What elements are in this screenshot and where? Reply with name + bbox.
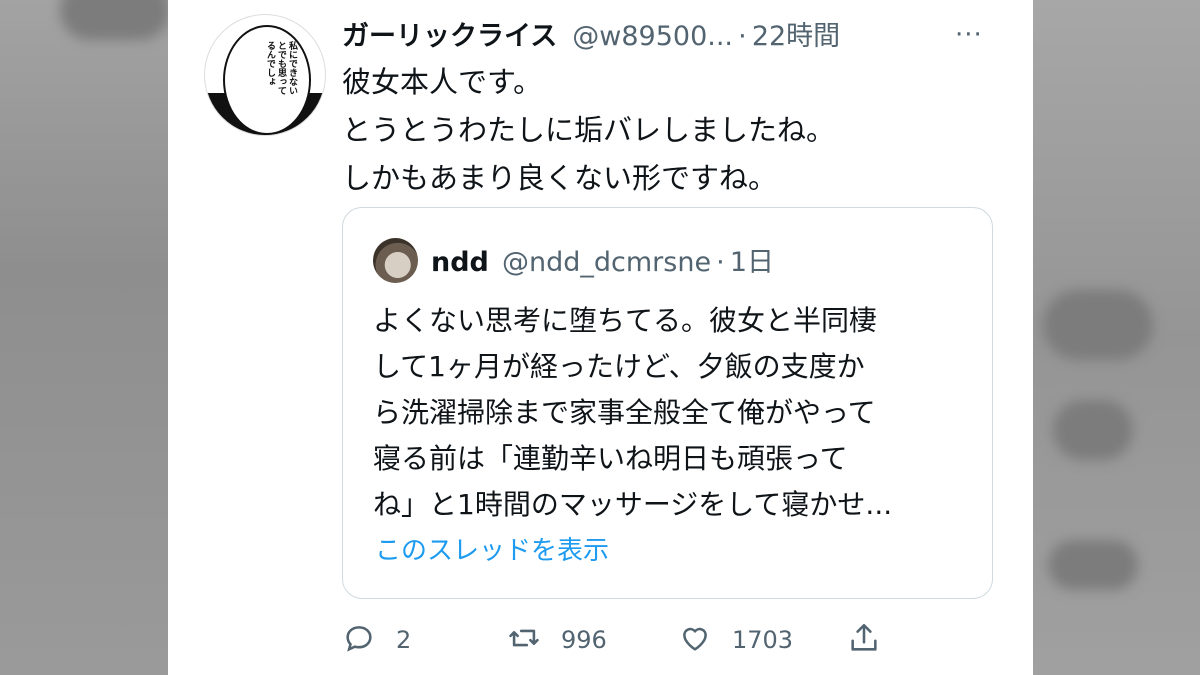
quoted-tweet-line: ら洗濯掃除まで家事全般全て俺がやって — [373, 396, 876, 429]
tweet-body: 彼女本人です。 とうとうわたしに垢バレしましたね。 しかもあまり良くない形ですね… — [342, 58, 992, 202]
tweet-line: とうとうわたしに垢バレしましたね。 — [342, 113, 836, 147]
tweet-line: 彼女本人です。 — [342, 65, 543, 99]
reply-icon — [342, 621, 376, 659]
quoted-author-avatar — [373, 238, 418, 283]
quoted-tweet-body: よくない思考に堕ちてる。彼女と半同棲 して1ヶ月が経ったけど、夕飯の支度か ら洗… — [373, 298, 973, 528]
tweet-header: ガーリックライス @w89500... · 22時間 — [342, 14, 840, 54]
avatar-text: 私にできないとでも思ってるんでしょ — [265, 41, 297, 95]
author-handle[interactable]: @w89500... — [572, 21, 733, 52]
like-count: 1703 — [732, 626, 794, 654]
tweet-timestamp[interactable]: 22時間 — [752, 21, 840, 52]
retweet-button[interactable]: 996 — [507, 620, 607, 660]
author-name[interactable]: ガーリックライス — [342, 21, 557, 52]
quoted-tweet-line: して1ヶ月が経ったけど、夕飯の支度か — [373, 350, 865, 383]
quoted-tweet-timestamp: 1日 — [729, 247, 775, 278]
quoted-tweet-line: よくない思考に堕ちてる。彼女と半同棲 — [373, 304, 878, 337]
reply-count: 2 — [396, 626, 412, 654]
quoted-author-name: ndd — [431, 247, 489, 278]
blurred-background-left — [0, 0, 170, 675]
more-options-button[interactable]: ··· — [955, 20, 983, 50]
quoted-tweet[interactable]: ndd @ndd_dcmrsne · 1日 よくない思考に堕ちてる。彼女と半同棲… — [342, 207, 993, 599]
quoted-tweet-line: ね」と1時間のマッサージをして寝かせ... — [373, 488, 893, 521]
blurred-background-right — [1033, 0, 1200, 675]
share-icon — [847, 621, 881, 659]
quoted-tweet-header: ndd @ndd_dcmrsne · 1日 — [431, 240, 774, 279]
separator-dot: · — [738, 21, 747, 52]
author-avatar[interactable]: 私にできないとでも思ってるんでしょ — [204, 14, 326, 136]
share-button[interactable] — [847, 620, 881, 660]
quoted-tweet-line: 寝る前は「連勤辛いね明日も頑張って — [373, 442, 848, 475]
retweet-icon — [507, 621, 541, 659]
tweet-line: しかもあまり良くない形ですね。 — [342, 161, 778, 195]
heart-icon — [678, 621, 712, 659]
reply-button[interactable]: 2 — [342, 620, 411, 660]
separator-dot: · — [716, 247, 725, 278]
show-thread-link[interactable]: このスレッドを表示 — [375, 530, 609, 567]
retweet-count: 996 — [561, 626, 607, 654]
quoted-author-handle: @ndd_dcmrsne — [501, 247, 712, 278]
like-button[interactable]: 1703 — [678, 620, 793, 660]
